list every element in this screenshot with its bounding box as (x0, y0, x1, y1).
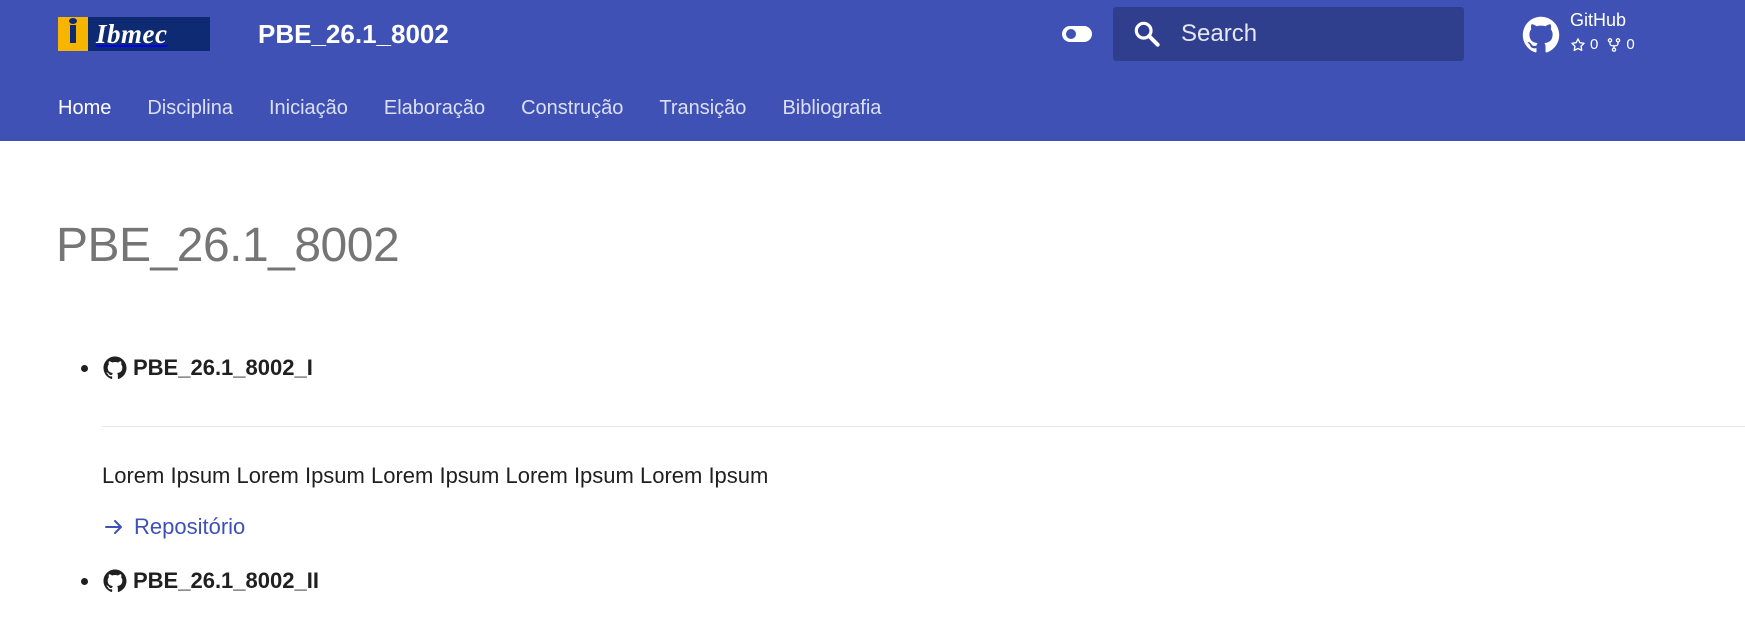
ibmec-logo-text: Ibmec (96, 19, 168, 49)
search-box[interactable] (1113, 7, 1464, 61)
project-list: PBE_26.1_8002_I Lorem Ipsum Lorem Ipsum … (0, 141, 1745, 629)
repository-link-label: Repositório (134, 514, 246, 539)
forks-value: 0 (1626, 36, 1635, 53)
section-divider (102, 426, 1745, 427)
main-content: PBE_26.1_8002 PBE_26.1_8002_I Lorem Ipsu… (0, 141, 1745, 629)
project-list-item: PBE_26.1_8002_I Lorem Ipsum Lorem Ipsum … (81, 352, 1745, 562)
fork-icon (1608, 38, 1621, 52)
ibmec-logo-mark (58, 17, 88, 51)
star-icon (1571, 38, 1585, 52)
main-navigation-tabs: Home Disciplina Iniciação Elaboração Con… (58, 94, 917, 122)
list-bullet (81, 578, 88, 585)
repository-link[interactable]: Repositório (102, 511, 245, 543)
project-heading: PBE_26.1_8002_I (103, 352, 313, 384)
forks-count: 0 (1606, 36, 1635, 54)
repository-stats: 0 0 (1570, 36, 1635, 54)
project-heading: PBE_26.1_8002_II (103, 565, 319, 597)
tab-bibliografia[interactable]: Bibliografia (782, 94, 881, 122)
tab-iniciacao[interactable]: Iniciação (269, 94, 348, 122)
stars-value: 0 (1590, 36, 1599, 53)
project-name: PBE_26.1_8002_II (133, 568, 319, 593)
tab-disciplina[interactable]: Disciplina (147, 94, 233, 122)
list-bullet (81, 365, 88, 372)
top-bar: Ibmec PBE_26.1_8002 GitHub 0 (0, 0, 1745, 70)
project-list-item: PBE_26.1_8002_II (81, 565, 1745, 605)
github-icon (103, 569, 127, 593)
github-icon (1522, 16, 1560, 53)
github-repository-link[interactable]: GitHub 0 0 (1522, 8, 1662, 62)
ibmec-logo-link[interactable]: Ibmec (58, 17, 210, 51)
tab-transicao[interactable]: Transição (659, 94, 746, 122)
arrow-right-icon (105, 520, 122, 534)
tab-home[interactable]: Home (58, 94, 111, 122)
site-title[interactable]: PBE_26.1_8002 (258, 17, 449, 51)
project-name: PBE_26.1_8002_I (133, 355, 313, 380)
site-header: Ibmec PBE_26.1_8002 GitHub 0 (0, 0, 1745, 141)
project-description: Lorem Ipsum Lorem Ipsum Lorem Ipsum Lore… (102, 463, 769, 488)
github-icon (103, 356, 127, 380)
tab-construcao[interactable]: Construção (521, 94, 623, 122)
search-icon[interactable] (1131, 18, 1163, 50)
theme-toggle-icon[interactable] (1062, 26, 1092, 42)
tab-elaboracao[interactable]: Elaboração (384, 94, 485, 122)
repository-name: GitHub (1570, 10, 1627, 30)
search-input[interactable] (1179, 19, 1433, 49)
stars-count: 0 (1570, 36, 1598, 54)
